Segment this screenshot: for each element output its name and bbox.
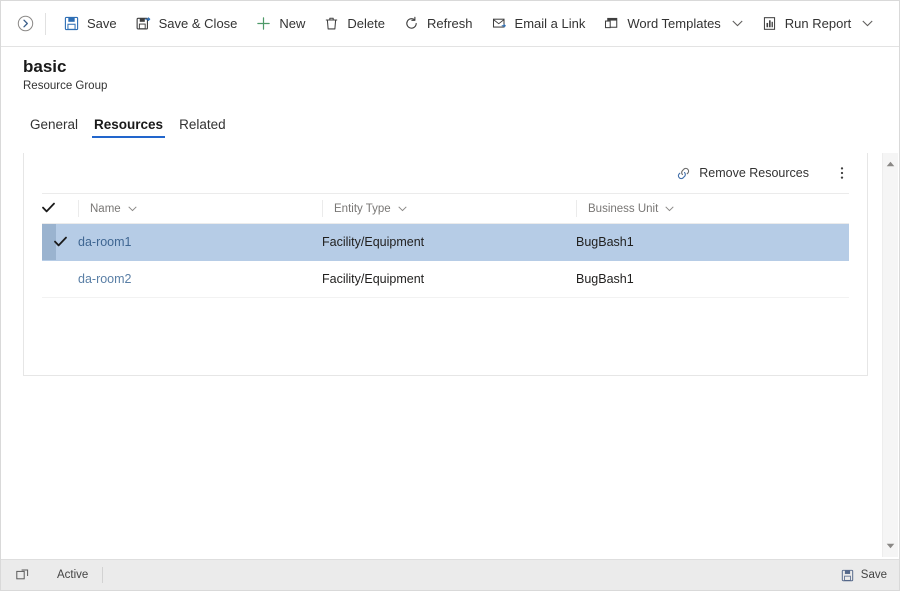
chevron-down-icon[interactable] [862, 20, 873, 27]
table-header-row: Name Entity Type Business Unit [42, 193, 849, 224]
command-bar-divider [45, 12, 46, 35]
cell-name[interactable]: da-room2 [78, 260, 322, 298]
table-row[interactable]: da-room2 Facility/Equipment BugBash1 [42, 260, 849, 298]
column-header-name[interactable]: Name [78, 193, 322, 224]
checkmark-icon [42, 201, 55, 216]
chevron-down-icon[interactable] [732, 20, 743, 27]
form-tabs: General Resources Related [22, 115, 234, 140]
cell-name[interactable]: da-room1 [78, 223, 322, 261]
status-bar: Active Save [1, 559, 899, 590]
page-title: basic [23, 57, 67, 76]
word-template-icon [603, 15, 620, 32]
status-bar-save-label: Save [860, 569, 887, 581]
column-header-business-unit[interactable]: Business Unit [576, 193, 849, 224]
word-templates-button[interactable]: Word Templates [594, 9, 751, 39]
remove-resources-label: Remove Resources [699, 166, 809, 180]
save-and-close-label: Save & Close [158, 16, 238, 31]
tab-related-label: Related [179, 117, 226, 132]
tab-resources[interactable]: Resources [86, 115, 171, 140]
resources-table: Name Entity Type Business Unit da-room1 … [42, 193, 849, 298]
chevron-down-icon[interactable] [128, 205, 137, 212]
tab-general-label: General [30, 117, 79, 132]
remove-link-icon [675, 165, 691, 181]
column-header-entity-type-label: Entity Type [334, 202, 391, 215]
delete-button[interactable]: Delete [314, 9, 394, 39]
chevron-circle-right-icon[interactable] [11, 10, 39, 38]
save-button[interactable]: Save [54, 9, 126, 39]
email-a-link-label: Email a Link [514, 16, 586, 31]
column-header-name-label: Name [90, 202, 121, 215]
caret-down-icon[interactable] [883, 539, 898, 553]
cell-entity-type: Facility/Equipment [322, 260, 576, 298]
refresh-icon [403, 15, 420, 32]
save-disk-icon [841, 569, 854, 582]
command-bar: Save Save & Close New Delete Refresh Ema… [1, 1, 899, 47]
cell-business-unit: BugBash1 [576, 260, 849, 298]
row-checkbox[interactable] [42, 223, 78, 261]
save-disk-icon [63, 15, 80, 32]
save-and-close-button[interactable]: Save & Close [126, 9, 247, 39]
record-link[interactable]: da-room1 [78, 235, 132, 249]
run-report-button[interactable]: Run Report [752, 9, 882, 39]
status-bar-save-button[interactable]: Save [841, 569, 887, 582]
delete-button-label: Delete [347, 16, 385, 31]
email-a-link-button[interactable]: Email a Link [482, 9, 595, 39]
refresh-button[interactable]: Refresh [394, 9, 482, 39]
record-header: basic Resource Group [23, 56, 107, 94]
column-header-entity-type[interactable]: Entity Type [322, 193, 576, 224]
row-checkbox[interactable] [42, 260, 78, 298]
checkmark-icon [53, 235, 67, 250]
caret-up-icon[interactable] [883, 157, 898, 171]
chevron-down-icon[interactable] [398, 205, 407, 212]
new-button-label: New [279, 16, 306, 31]
resources-subgrid: Remove Resources Name Entity Type Busine… [23, 153, 868, 376]
trash-icon [323, 15, 340, 32]
tab-resources-label: Resources [94, 117, 164, 132]
resize-handle-icon[interactable] [9, 569, 35, 582]
remove-resources-button[interactable]: Remove Resources [667, 159, 817, 187]
record-entity-name: Resource Group [23, 80, 108, 92]
new-button[interactable]: New [246, 9, 314, 39]
form-vertical-scrollbar[interactable] [882, 153, 898, 557]
select-all-checkbox[interactable] [42, 193, 78, 224]
form-window: Save Save & Close New Delete Refresh Ema… [0, 0, 900, 591]
column-header-business-unit-label: Business Unit [588, 202, 659, 215]
chevron-down-icon[interactable] [665, 205, 674, 212]
refresh-button-label: Refresh [427, 16, 473, 31]
tab-general[interactable]: General [22, 115, 86, 140]
run-report-label: Run Report [784, 16, 852, 31]
email-link-icon [491, 15, 508, 32]
tab-related[interactable]: Related [171, 115, 234, 140]
status-badge: Active [57, 567, 104, 583]
table-row[interactable]: da-room1 Facility/Equipment BugBash1 [42, 223, 849, 261]
save-and-close-icon [135, 15, 152, 32]
more-vertical-icon[interactable] [829, 159, 855, 187]
report-chart-icon [761, 15, 778, 32]
subgrid-toolbar: Remove Resources [24, 153, 867, 193]
record-link[interactable]: da-room2 [78, 272, 132, 286]
cell-business-unit: BugBash1 [576, 223, 849, 261]
plus-icon [255, 15, 272, 32]
word-templates-label: Word Templates [627, 16, 721, 31]
cell-entity-type: Facility/Equipment [322, 223, 576, 261]
subgrid-table-wrap: Name Entity Type Business Unit da-room1 … [24, 193, 867, 298]
save-button-label: Save [87, 16, 117, 31]
